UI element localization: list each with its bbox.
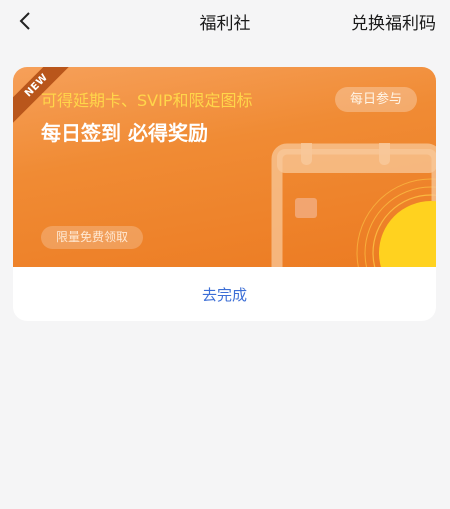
checkin-title: 每日签到 必得奖励 xyxy=(41,121,208,145)
redeem-code-link[interactable]: 兑换福利码 xyxy=(351,9,436,34)
top-bar: 福利社 兑换福利码 xyxy=(0,0,450,44)
daily-participation-badge: 每日参与 xyxy=(335,87,417,112)
daily-checkin-card[interactable]: NEW 可得延期卡、SVIP和限定图标 每日签到 必得奖励 每日参与 限量免费领… xyxy=(13,67,436,321)
free-claim-badge: 限量免费领取 xyxy=(41,226,143,249)
calendar-sun-illustration xyxy=(271,143,436,267)
reward-subtitle: 可得延期卡、SVIP和限定图标 xyxy=(41,91,253,110)
go-complete-button[interactable]: 去完成 xyxy=(13,267,436,321)
checkin-banner[interactable]: NEW 可得延期卡、SVIP和限定图标 每日签到 必得奖励 每日参与 限量免费领… xyxy=(13,67,436,267)
